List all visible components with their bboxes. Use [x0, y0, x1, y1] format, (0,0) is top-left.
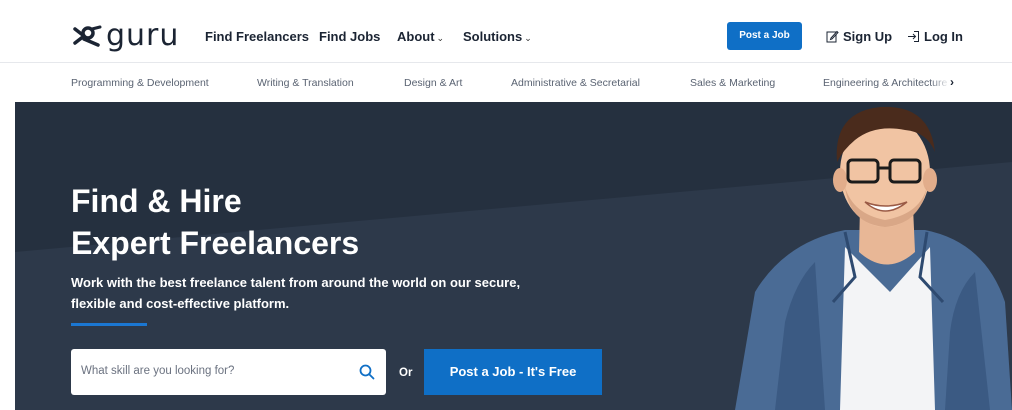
- category-engineering[interactable]: Engineering & Architecture: [823, 77, 947, 89]
- search-icon[interactable]: [359, 364, 375, 385]
- category-sales-marketing[interactable]: Sales & Marketing: [690, 77, 775, 89]
- category-programming[interactable]: Programming & Development: [71, 77, 209, 89]
- category-bar: Programming & Development Writing & Tran…: [0, 62, 1012, 103]
- or-label: Or: [399, 367, 413, 379]
- post-job-free-button[interactable]: Post a Job - It's Free: [424, 349, 602, 395]
- hero-subtitle: Work with the best freelance talent from…: [71, 272, 551, 314]
- guru-logo[interactable]: guru: [72, 18, 180, 53]
- hero-subtitle-line2: flexible and cost-effective platform.: [71, 296, 290, 311]
- sign-up-link[interactable]: Sign Up: [826, 29, 892, 44]
- nav-label: Solutions: [463, 29, 523, 44]
- login-icon: [907, 30, 920, 43]
- hero-subtitle-line1: Work with the best freelance talent from…: [71, 275, 521, 290]
- category-design[interactable]: Design & Art: [404, 77, 462, 89]
- nav-find-freelancers[interactable]: Find Freelancers: [205, 29, 309, 44]
- nav-label: Find Jobs: [319, 29, 381, 44]
- nav-label: About: [397, 29, 435, 44]
- freelancer-photo: [735, 106, 1012, 410]
- sign-up-label: Sign Up: [843, 29, 893, 44]
- log-in-link[interactable]: Log In: [907, 29, 963, 44]
- category-fade: [930, 63, 950, 103]
- top-header: guru Find Freelancers Find Jobs About ⌄ S…: [0, 0, 1012, 62]
- search-placeholder: What skill are you looking for?: [81, 365, 235, 377]
- chevron-right-icon[interactable]: ›: [950, 75, 954, 89]
- hero-title-line2: Expert Freelancers: [71, 225, 360, 261]
- nav-label: Find Freelancers: [205, 29, 310, 44]
- nav-solutions[interactable]: Solutions ⌄: [463, 29, 532, 44]
- nav-about[interactable]: About ⌄: [397, 29, 444, 44]
- logo-text: guru: [106, 18, 180, 53]
- category-administrative[interactable]: Administrative & Secretarial: [511, 77, 640, 89]
- hero-title-line1: Find & Hire: [71, 183, 242, 219]
- nav-find-jobs[interactable]: Find Jobs: [319, 29, 380, 44]
- edit-icon: [826, 30, 839, 43]
- hero-title: Find & Hire Expert Freelancers: [71, 180, 359, 264]
- skill-search-input[interactable]: What skill are you looking for?: [71, 349, 386, 395]
- log-in-label: Log In: [924, 29, 963, 44]
- guru-logo-icon: [72, 25, 102, 47]
- chevron-down-icon: ⌄: [524, 33, 532, 43]
- post-job-button[interactable]: Post a Job: [727, 22, 802, 50]
- hero-accent-line: [71, 323, 147, 326]
- category-writing[interactable]: Writing & Translation: [257, 77, 354, 89]
- chevron-down-icon: ⌄: [436, 33, 445, 43]
- hero-banner: Find & Hire Expert Freelancers Work with…: [15, 102, 1012, 410]
